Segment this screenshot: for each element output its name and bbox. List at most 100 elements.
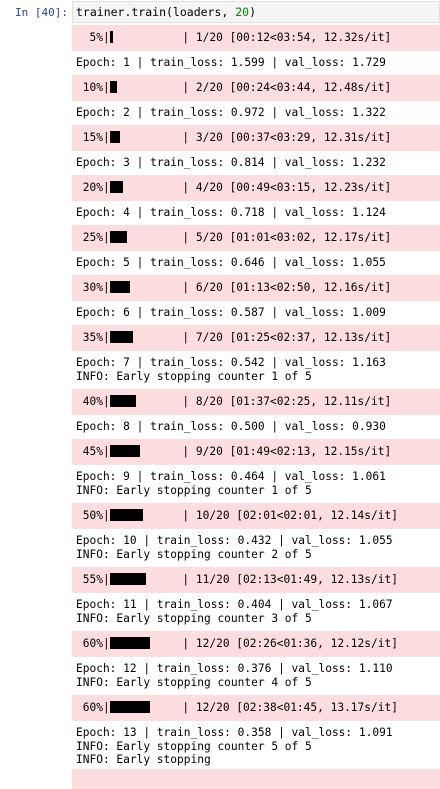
log-line: Epoch: 8 | train_loss: 0.500 | val_loss:… (76, 420, 440, 434)
progress-bar-fill (110, 701, 150, 713)
progress-output: 5%| | 1/20 [00:12<03:54, 12.32s/it] (72, 25, 440, 51)
log-output: Epoch: 1 | train_loss: 1.599 | val_loss:… (72, 51, 440, 75)
log-line: Epoch: 10 | train_loss: 0.432 | val_loss… (76, 534, 440, 548)
log-output: Epoch: 9 | train_loss: 0.464 | val_loss:… (72, 465, 440, 503)
progress-percent: 30%| (76, 281, 110, 294)
progress-output: 50%| | 10/20 [02:01<02:01, 12.14s/it] (72, 503, 440, 529)
progress-percent: 35%| (76, 331, 110, 344)
progress-bar-fill (110, 231, 127, 243)
progress-percent: 20%| (76, 181, 110, 194)
progress-status: | 8/20 [01:37<02:25, 12.11s/it] (176, 395, 392, 408)
progress-percent: 50%| (76, 509, 110, 522)
progress-output: 15%| | 3/20 [00:37<03:29, 12.31s/it] (72, 125, 440, 151)
log-output: Epoch: 12 | train_loss: 0.376 | val_loss… (72, 657, 440, 695)
log-output: Epoch: 3 | train_loss: 0.814 | val_loss:… (72, 151, 440, 175)
log-line: Epoch: 3 | train_loss: 0.814 | val_loss:… (76, 156, 440, 170)
log-line: Epoch: 11 | train_loss: 0.404 | val_loss… (76, 598, 440, 612)
output-tail (72, 769, 440, 789)
progress-status: | 2/20 [00:24<03:44, 12.48s/it] (176, 81, 392, 94)
code-suffix: ) (249, 5, 256, 19)
notebook-cell: In [40]: trainer.train(loaders, 20) (0, 0, 440, 24)
code-prefix: trainer.train(loaders, (76, 5, 235, 19)
progress-output: 40%| | 8/20 [01:37<02:25, 12.11s/it] (72, 389, 440, 415)
progress-output: 35%| | 7/20 [01:25<02:37, 12.13s/it] (72, 325, 440, 351)
progress-bar (110, 445, 176, 457)
code-editor[interactable]: trainer.train(loaders, 20) (72, 1, 440, 23)
progress-status: | 4/20 [00:49<03:15, 12.23s/it] (176, 181, 392, 194)
progress-output: 20%| | 4/20 [00:49<03:15, 12.23s/it] (72, 175, 440, 201)
log-output: Epoch: 4 | train_loss: 0.718 | val_loss:… (72, 201, 440, 225)
log-line: INFO: Early stopping counter 1 of 5 (76, 484, 440, 498)
progress-output: 60%| | 12/20 [02:26<01:36, 12.12s/it] (72, 631, 440, 657)
progress-bar (110, 31, 176, 43)
log-line: INFO: Early stopping (76, 753, 440, 767)
log-line: Epoch: 5 | train_loss: 0.646 | val_loss:… (76, 256, 440, 270)
progress-percent: 10%| (76, 81, 110, 94)
progress-bar (110, 509, 176, 521)
progress-bar-fill (110, 445, 140, 457)
progress-bar (110, 573, 176, 585)
progress-bar (110, 81, 176, 93)
progress-bar-fill (110, 81, 117, 93)
log-output: Epoch: 10 | train_loss: 0.432 | val_loss… (72, 529, 440, 567)
progress-percent: 40%| (76, 395, 110, 408)
log-line: Epoch: 9 | train_loss: 0.464 | val_loss:… (76, 470, 440, 484)
log-line: INFO: Early stopping counter 5 of 5 (76, 740, 440, 754)
progress-percent: 45%| (76, 445, 110, 458)
progress-bar (110, 701, 176, 713)
progress-status: | 10/20 [02:01<02:01, 12.14s/it] (176, 509, 398, 522)
log-line: INFO: Early stopping counter 1 of 5 (76, 370, 440, 384)
progress-percent: 60%| (76, 637, 110, 650)
cell-output: 5%| | 1/20 [00:12<03:54, 12.32s/it] Epoch… (72, 25, 440, 769)
progress-percent: 15%| (76, 131, 110, 144)
progress-status: | 1/20 [00:12<03:54, 12.32s/it] (176, 31, 392, 44)
progress-bar-fill (110, 281, 130, 293)
log-line: Epoch: 13 | train_loss: 0.358 | val_loss… (76, 726, 440, 740)
code-arg-number: 20 (235, 5, 249, 19)
log-output: Epoch: 2 | train_loss: 0.972 | val_loss:… (72, 101, 440, 125)
progress-bar (110, 637, 176, 649)
progress-status: | 12/20 [02:26<01:36, 12.12s/it] (176, 637, 398, 650)
progress-output: 55%| | 11/20 [02:13<01:49, 12.13s/it] (72, 567, 440, 593)
progress-percent: 5%| (76, 31, 110, 44)
input-prompt: In [40]: (0, 0, 68, 26)
log-output: Epoch: 8 | train_loss: 0.500 | val_loss:… (72, 415, 440, 439)
progress-output: 10%| | 2/20 [00:24<03:44, 12.48s/it] (72, 75, 440, 101)
log-line: INFO: Early stopping counter 4 of 5 (76, 676, 440, 690)
log-output: Epoch: 5 | train_loss: 0.646 | val_loss:… (72, 251, 440, 275)
log-output: Epoch: 11 | train_loss: 0.404 | val_loss… (72, 593, 440, 631)
progress-bar-fill (110, 331, 133, 343)
progress-output: 45%| | 9/20 [01:49<02:13, 12.15s/it] (72, 439, 440, 465)
progress-bar-fill (110, 637, 150, 649)
progress-bar-fill (110, 31, 113, 43)
progress-output: 60%| | 12/20 [02:38<01:45, 13.17s/it] (72, 695, 440, 721)
log-output: Epoch: 7 | train_loss: 0.542 | val_loss:… (72, 351, 440, 389)
progress-status: | 5/20 [01:01<03:02, 12.17s/it] (176, 231, 392, 244)
progress-bar (110, 281, 176, 293)
progress-bar-fill (110, 573, 146, 585)
progress-bar-fill (110, 395, 136, 407)
progress-status: | 6/20 [01:13<02:50, 12.16s/it] (176, 281, 392, 294)
log-line: Epoch: 12 | train_loss: 0.376 | val_loss… (76, 662, 440, 676)
log-line: Epoch: 7 | train_loss: 0.542 | val_loss:… (76, 356, 440, 370)
log-line: INFO: Early stopping counter 2 of 5 (76, 548, 440, 562)
progress-bar (110, 331, 176, 343)
log-line: Epoch: 1 | train_loss: 1.599 | val_loss:… (76, 56, 440, 70)
progress-output: 25%| | 5/20 [01:01<03:02, 12.17s/it] (72, 225, 440, 251)
progress-output: 30%| | 6/20 [01:13<02:50, 12.16s/it] (72, 275, 440, 301)
progress-percent: 25%| (76, 231, 110, 244)
progress-status: | 11/20 [02:13<01:49, 12.13s/it] (176, 573, 398, 586)
progress-bar-fill (110, 131, 120, 143)
progress-bar (110, 131, 176, 143)
log-line: Epoch: 6 | train_loss: 0.587 | val_loss:… (76, 306, 440, 320)
progress-status: | 9/20 [01:49<02:13, 12.15s/it] (176, 445, 392, 458)
progress-status: | 7/20 [01:25<02:37, 12.13s/it] (176, 331, 392, 344)
progress-bar (110, 395, 176, 407)
log-output: Epoch: 6 | train_loss: 0.587 | val_loss:… (72, 301, 440, 325)
log-line: INFO: Early stopping counter 3 of 5 (76, 612, 440, 626)
progress-percent: 60%| (76, 701, 110, 714)
progress-bar-fill (110, 509, 143, 521)
progress-bar (110, 181, 176, 193)
progress-bar-fill (110, 181, 123, 193)
progress-status: | 12/20 [02:38<01:45, 13.17s/it] (176, 701, 398, 714)
